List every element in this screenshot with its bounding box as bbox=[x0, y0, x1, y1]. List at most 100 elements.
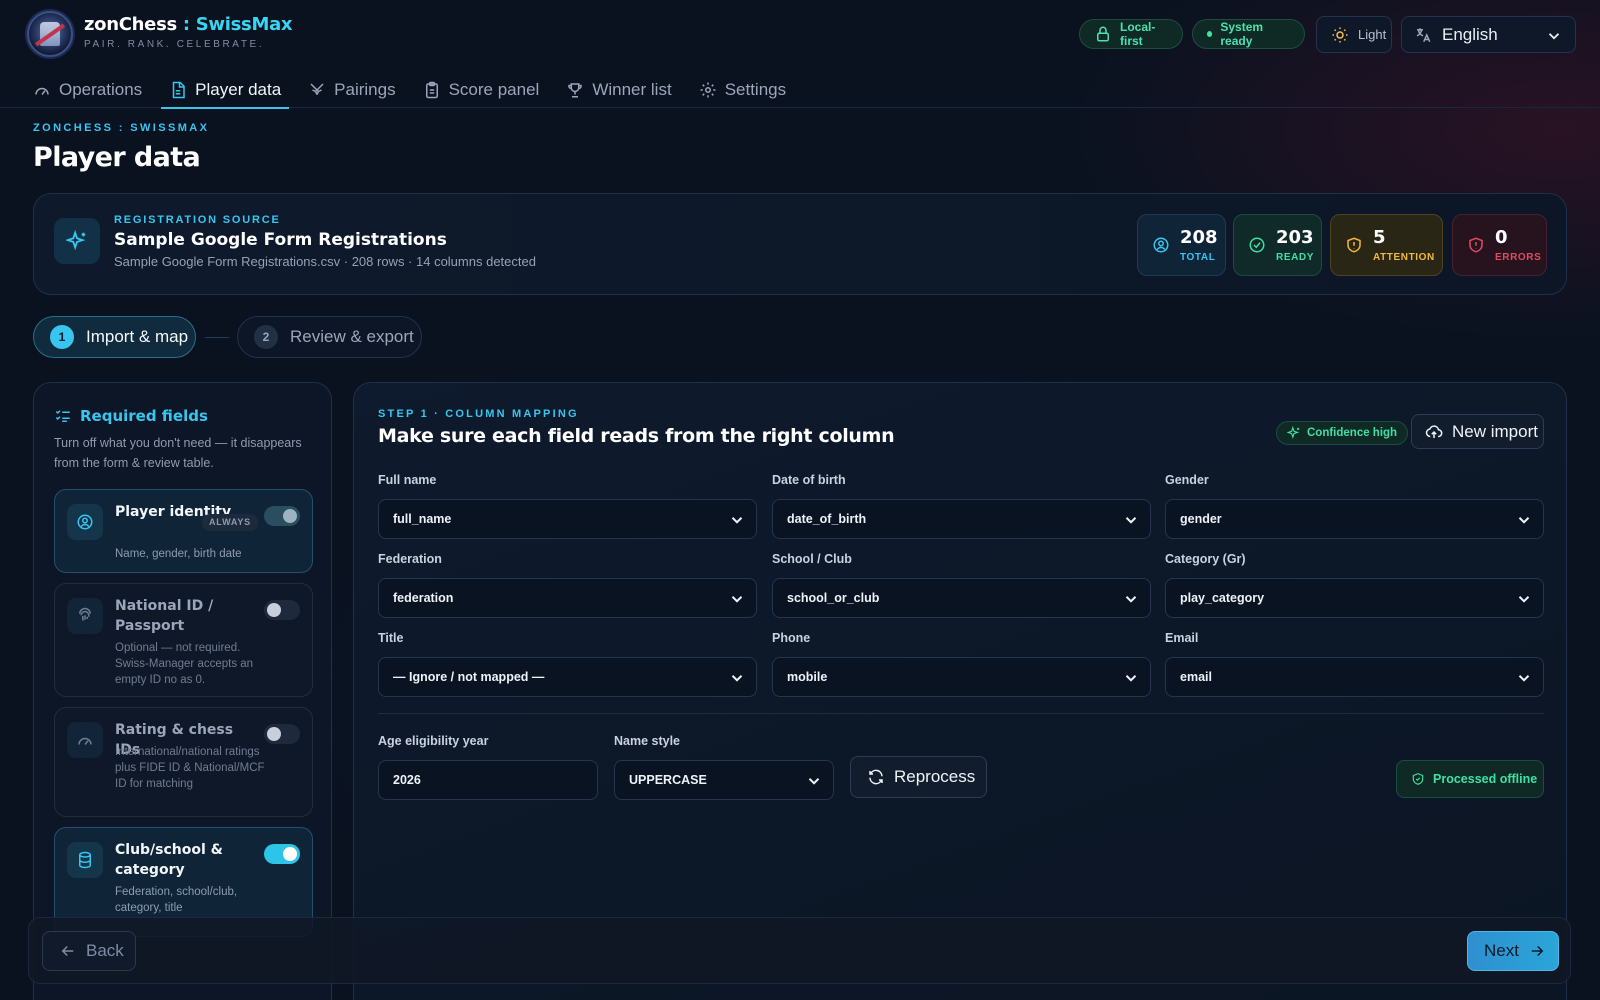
chevron-down-icon bbox=[1515, 511, 1533, 529]
tab-player-data[interactable]: Player data bbox=[161, 72, 290, 109]
list-check-icon bbox=[54, 407, 72, 425]
select-value: date_of_birth bbox=[787, 512, 867, 526]
required-fields-heading: Required fields bbox=[80, 407, 208, 425]
theme-label: Light bbox=[1358, 27, 1387, 42]
source-title: Sample Google Form Registrations bbox=[114, 230, 447, 250]
gender-select[interactable]: gender bbox=[1165, 499, 1544, 539]
brand-separator: : bbox=[176, 14, 196, 35]
confidence-badge: Confidence high bbox=[1276, 421, 1409, 445]
stat-errors-label: ERRORS bbox=[1495, 251, 1542, 263]
chevron-down-icon bbox=[1122, 511, 1140, 529]
group-description: International/national ratings plus FIDE… bbox=[115, 746, 265, 790]
tab-pairings[interactable]: Pairings bbox=[308, 72, 396, 108]
chevron-down-icon bbox=[1122, 669, 1140, 687]
page-eyebrow: ZONCHESS : SWISSMAX bbox=[33, 122, 210, 134]
stat-attention-value: 5 bbox=[1373, 226, 1386, 248]
title-select[interactable]: — Ignore / not mapped — bbox=[378, 657, 757, 697]
always-badge: ALWAYS bbox=[202, 514, 258, 531]
system-ready-badge: System ready bbox=[1192, 19, 1305, 49]
field-group-player-identity[interactable]: Player identity ALWAYS Name, gender, bir… bbox=[54, 489, 313, 573]
email-select[interactable]: email bbox=[1165, 657, 1544, 697]
confidence-label: Confidence high bbox=[1307, 427, 1398, 439]
chevron-down-icon bbox=[1122, 590, 1140, 608]
group-description: Optional — not required. Swiss-Manager a… bbox=[115, 642, 254, 686]
field-label: Full name bbox=[378, 473, 437, 487]
user-circle-icon bbox=[1152, 236, 1170, 254]
category-select[interactable]: play_category bbox=[1165, 578, 1544, 618]
player-identity-toggle[interactable] bbox=[264, 506, 300, 526]
school-club-select[interactable]: school_or_club bbox=[772, 578, 1151, 618]
tab-winner-list[interactable]: Winner list bbox=[566, 72, 672, 108]
field-school-club: School / Club school_or_club bbox=[772, 552, 1151, 618]
select-value: federation bbox=[393, 591, 454, 605]
tab-score-panel[interactable]: Score panel bbox=[423, 72, 540, 108]
tab-label: Operations bbox=[59, 80, 143, 99]
brand-title: zonChess : SwissMax bbox=[84, 14, 293, 35]
footer-bar: Back Next bbox=[28, 917, 1571, 984]
group-title: Club/school & category bbox=[115, 842, 223, 878]
club-category-toggle[interactable] bbox=[264, 844, 300, 864]
shield-alert-icon bbox=[1345, 236, 1363, 254]
brand-product: SwissMax bbox=[195, 14, 293, 35]
stat-ready-value: 203 bbox=[1276, 226, 1314, 248]
shield-error-icon bbox=[1467, 236, 1485, 254]
source-subtitle: Sample Google Form Registrations.csv · 2… bbox=[114, 254, 536, 269]
next-label: Next bbox=[1484, 941, 1519, 960]
required-fields-panel: Required fields Turn off what you don't … bbox=[33, 382, 332, 1000]
tab-label: Score panel bbox=[448, 80, 540, 99]
database-icon bbox=[67, 842, 103, 878]
field-group-rating[interactable]: Rating & chess IDs International/nationa… bbox=[54, 707, 313, 817]
group-description: Federation, school/club, category, title bbox=[115, 886, 238, 914]
mapping-title: Make sure each field reads from the righ… bbox=[378, 425, 895, 447]
brand-name: zonChess bbox=[84, 14, 177, 35]
language-select[interactable]: English bbox=[1401, 16, 1576, 53]
field-date-of-birth: Date of birth date_of_birth bbox=[772, 473, 1151, 539]
reprocess-button[interactable]: Reprocess bbox=[850, 756, 987, 798]
app-logo bbox=[27, 11, 73, 57]
field-label: Phone bbox=[772, 631, 811, 645]
date-of-birth-select[interactable]: date_of_birth bbox=[772, 499, 1151, 539]
language-value: English bbox=[1442, 24, 1498, 44]
field-label: Age eligibility year bbox=[378, 734, 489, 748]
tab-label: Player data bbox=[195, 80, 282, 99]
next-button[interactable]: Next bbox=[1467, 931, 1559, 971]
full-name-select[interactable]: full_name bbox=[378, 499, 757, 539]
field-age-year: Age eligibility year 2026 bbox=[378, 734, 598, 800]
tab-settings[interactable]: Settings bbox=[699, 72, 786, 108]
chevron-down-icon bbox=[728, 669, 746, 687]
select-value: school_or_club bbox=[787, 591, 880, 605]
stat-ready: 203 READY bbox=[1233, 214, 1322, 276]
lock-icon bbox=[1094, 25, 1112, 43]
federation-select[interactable]: federation bbox=[378, 578, 757, 618]
page-title: Player data bbox=[33, 142, 201, 173]
rating-toggle[interactable] bbox=[264, 724, 300, 744]
tab-operations[interactable]: Operations bbox=[33, 72, 142, 108]
main-tabs: Operations Player data Pairings Score pa… bbox=[33, 72, 813, 109]
chevron-down-icon bbox=[728, 590, 746, 608]
tab-label: Settings bbox=[724, 80, 787, 99]
mapping-eyebrow: STEP 1 · COLUMN MAPPING bbox=[378, 408, 579, 420]
step-connector bbox=[205, 337, 229, 338]
tab-label: Pairings bbox=[334, 80, 396, 99]
section-divider bbox=[378, 713, 1544, 714]
sparkles-icon bbox=[1287, 426, 1301, 440]
new-import-button[interactable]: New import bbox=[1411, 414, 1544, 449]
field-group-national-id[interactable]: National ID / Passport Optional — not re… bbox=[54, 583, 313, 697]
new-import-label: New import bbox=[1452, 421, 1538, 441]
select-value: mobile bbox=[787, 670, 828, 684]
back-button[interactable]: Back bbox=[42, 931, 136, 971]
phone-select[interactable]: mobile bbox=[772, 657, 1151, 697]
reprocess-label: Reprocess bbox=[894, 767, 976, 786]
field-label: Date of birth bbox=[772, 473, 846, 487]
local-first-badge: Local-first bbox=[1079, 19, 1183, 49]
name-style-select[interactable]: UPPERCASE bbox=[614, 760, 834, 800]
theme-toggle-button[interactable]: Light bbox=[1316, 16, 1392, 53]
step-review-export[interactable]: 2 Review & export bbox=[237, 316, 422, 358]
field-category: Category (Gr) play_category bbox=[1165, 552, 1544, 618]
age-year-input[interactable]: 2026 bbox=[378, 760, 598, 800]
system-ready-label: System ready bbox=[1220, 20, 1264, 48]
brand-tagline: PAIR. RANK. CELEBRATE. bbox=[84, 39, 265, 50]
national-id-toggle[interactable] bbox=[264, 600, 300, 620]
step-import-map[interactable]: 1 Import & map bbox=[33, 316, 196, 358]
swords-icon bbox=[308, 81, 326, 99]
